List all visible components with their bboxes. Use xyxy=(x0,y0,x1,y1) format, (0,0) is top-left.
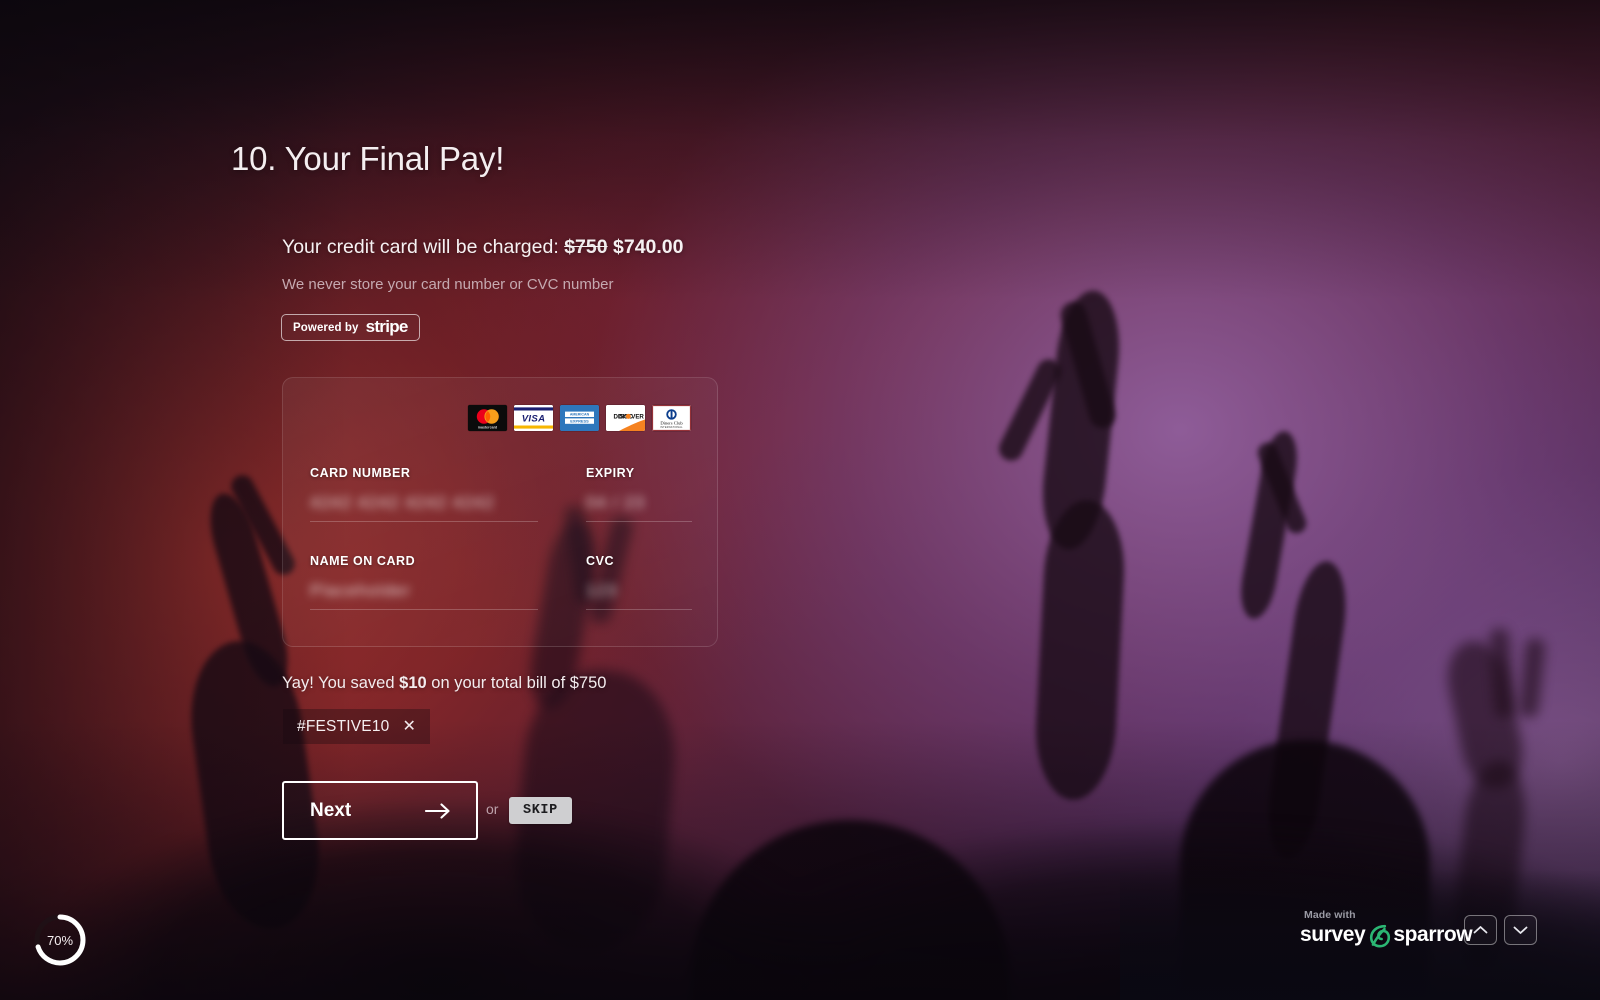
cvc-input[interactable]: 123 xyxy=(586,581,692,602)
original-price: $750 xyxy=(564,236,608,258)
svg-text:VER: VER xyxy=(631,413,644,420)
card-number-field[interactable]: CARD NUMBER 4242 4242 4242 4242 xyxy=(310,466,538,522)
expiry-input[interactable]: 04 / 23 xyxy=(586,493,692,514)
name-on-card-underline xyxy=(310,609,538,610)
next-button[interactable]: Next xyxy=(282,781,478,840)
sparrow-logo-icon xyxy=(1366,923,1392,949)
svg-text:AMERICAN: AMERICAN xyxy=(570,413,590,417)
cvc-label: CVC xyxy=(586,554,615,568)
svg-text:INTERNATIONAL: INTERNATIONAL xyxy=(660,426,683,429)
savings-amount: $10 xyxy=(399,674,427,692)
brand-name-first: survey xyxy=(1300,923,1366,946)
expiry-underline xyxy=(586,521,692,522)
stripe-powered-badge: Powered by stripe xyxy=(281,314,420,341)
charge-prefix-label: Your credit card will be charged: xyxy=(282,236,559,258)
diners-club-icon: Diners Club INTERNATIONAL xyxy=(652,405,691,431)
chevron-up-icon xyxy=(1473,925,1488,935)
arrow-right-icon xyxy=(425,802,451,819)
progress-percent-label: 70% xyxy=(46,932,74,948)
expiry-label: EXPIRY xyxy=(586,466,635,480)
accepted-card-brands: mastercard VISA AMERICAN EXPRESS DISC DI… xyxy=(468,405,691,431)
card-number-input[interactable]: 4242 4242 4242 4242 xyxy=(310,493,538,514)
chevron-down-icon xyxy=(1513,925,1528,935)
charge-summary: Your credit card will be charged: $750 $… xyxy=(282,236,684,259)
surveysparrow-branding[interactable]: Made with survey sparrow xyxy=(1300,905,1473,949)
svg-text:mastercard: mastercard xyxy=(478,425,497,429)
navigation-buttons xyxy=(1464,915,1537,945)
svg-text:EXPRESS: EXPRESS xyxy=(570,419,589,424)
next-button-label: Next xyxy=(310,799,352,821)
page-title: 10. Your Final Pay! xyxy=(231,140,505,177)
savings-message: Yay! You saved $10 on your total bill of… xyxy=(282,674,606,693)
next-question-button[interactable] xyxy=(1504,915,1537,945)
name-on-card-input[interactable]: Placeholder xyxy=(310,581,538,602)
skip-button[interactable]: SKIP xyxy=(509,797,572,824)
card-number-label: CARD NUMBER xyxy=(310,466,411,480)
svg-text:VISA: VISA xyxy=(522,414,546,425)
mastercard-icon: mastercard xyxy=(468,405,507,431)
discover-icon: DISC DISC VER xyxy=(606,405,645,431)
name-on-card-field[interactable]: NAME ON CARD Placeholder xyxy=(310,554,538,610)
name-on-card-label: NAME ON CARD xyxy=(310,554,416,568)
cvc-field[interactable]: CVC 123 xyxy=(586,554,692,610)
or-label: or xyxy=(486,801,499,817)
privacy-note: We never store your card number or CVC n… xyxy=(282,276,614,293)
expiry-field[interactable]: EXPIRY 04 / 23 xyxy=(586,466,692,522)
coupon-chip[interactable]: #FESTIVE10 ✕ xyxy=(283,709,430,744)
close-icon[interactable]: ✕ xyxy=(402,718,415,735)
credit-card-form-panel: mastercard VISA AMERICAN EXPRESS DISC DI… xyxy=(282,377,718,647)
made-with-label: Made with xyxy=(1304,909,1356,921)
skip-button-label: SKIP xyxy=(523,803,558,818)
final-price: $740.00 xyxy=(613,236,684,258)
cvc-underline xyxy=(586,609,692,610)
stripe-powered-by-label: Powered by xyxy=(293,321,359,334)
surveysparrow-wordmark: survey sparrow xyxy=(1300,922,1473,949)
visa-icon: VISA xyxy=(514,405,553,431)
stripe-wordmark: stripe xyxy=(365,317,409,336)
coupon-code-label: #FESTIVE10 xyxy=(297,717,390,735)
savings-prefix: Yay! You saved xyxy=(282,674,395,692)
progress-indicator: 70% xyxy=(30,910,90,970)
previous-question-button[interactable] xyxy=(1464,915,1497,945)
brand-name-second: sparrow xyxy=(1393,923,1473,946)
savings-suffix: on your total bill of $750 xyxy=(431,674,607,692)
american-express-icon: AMERICAN EXPRESS xyxy=(560,405,599,431)
svg-text:Diners Club: Diners Club xyxy=(660,421,683,426)
card-number-underline xyxy=(310,521,538,522)
